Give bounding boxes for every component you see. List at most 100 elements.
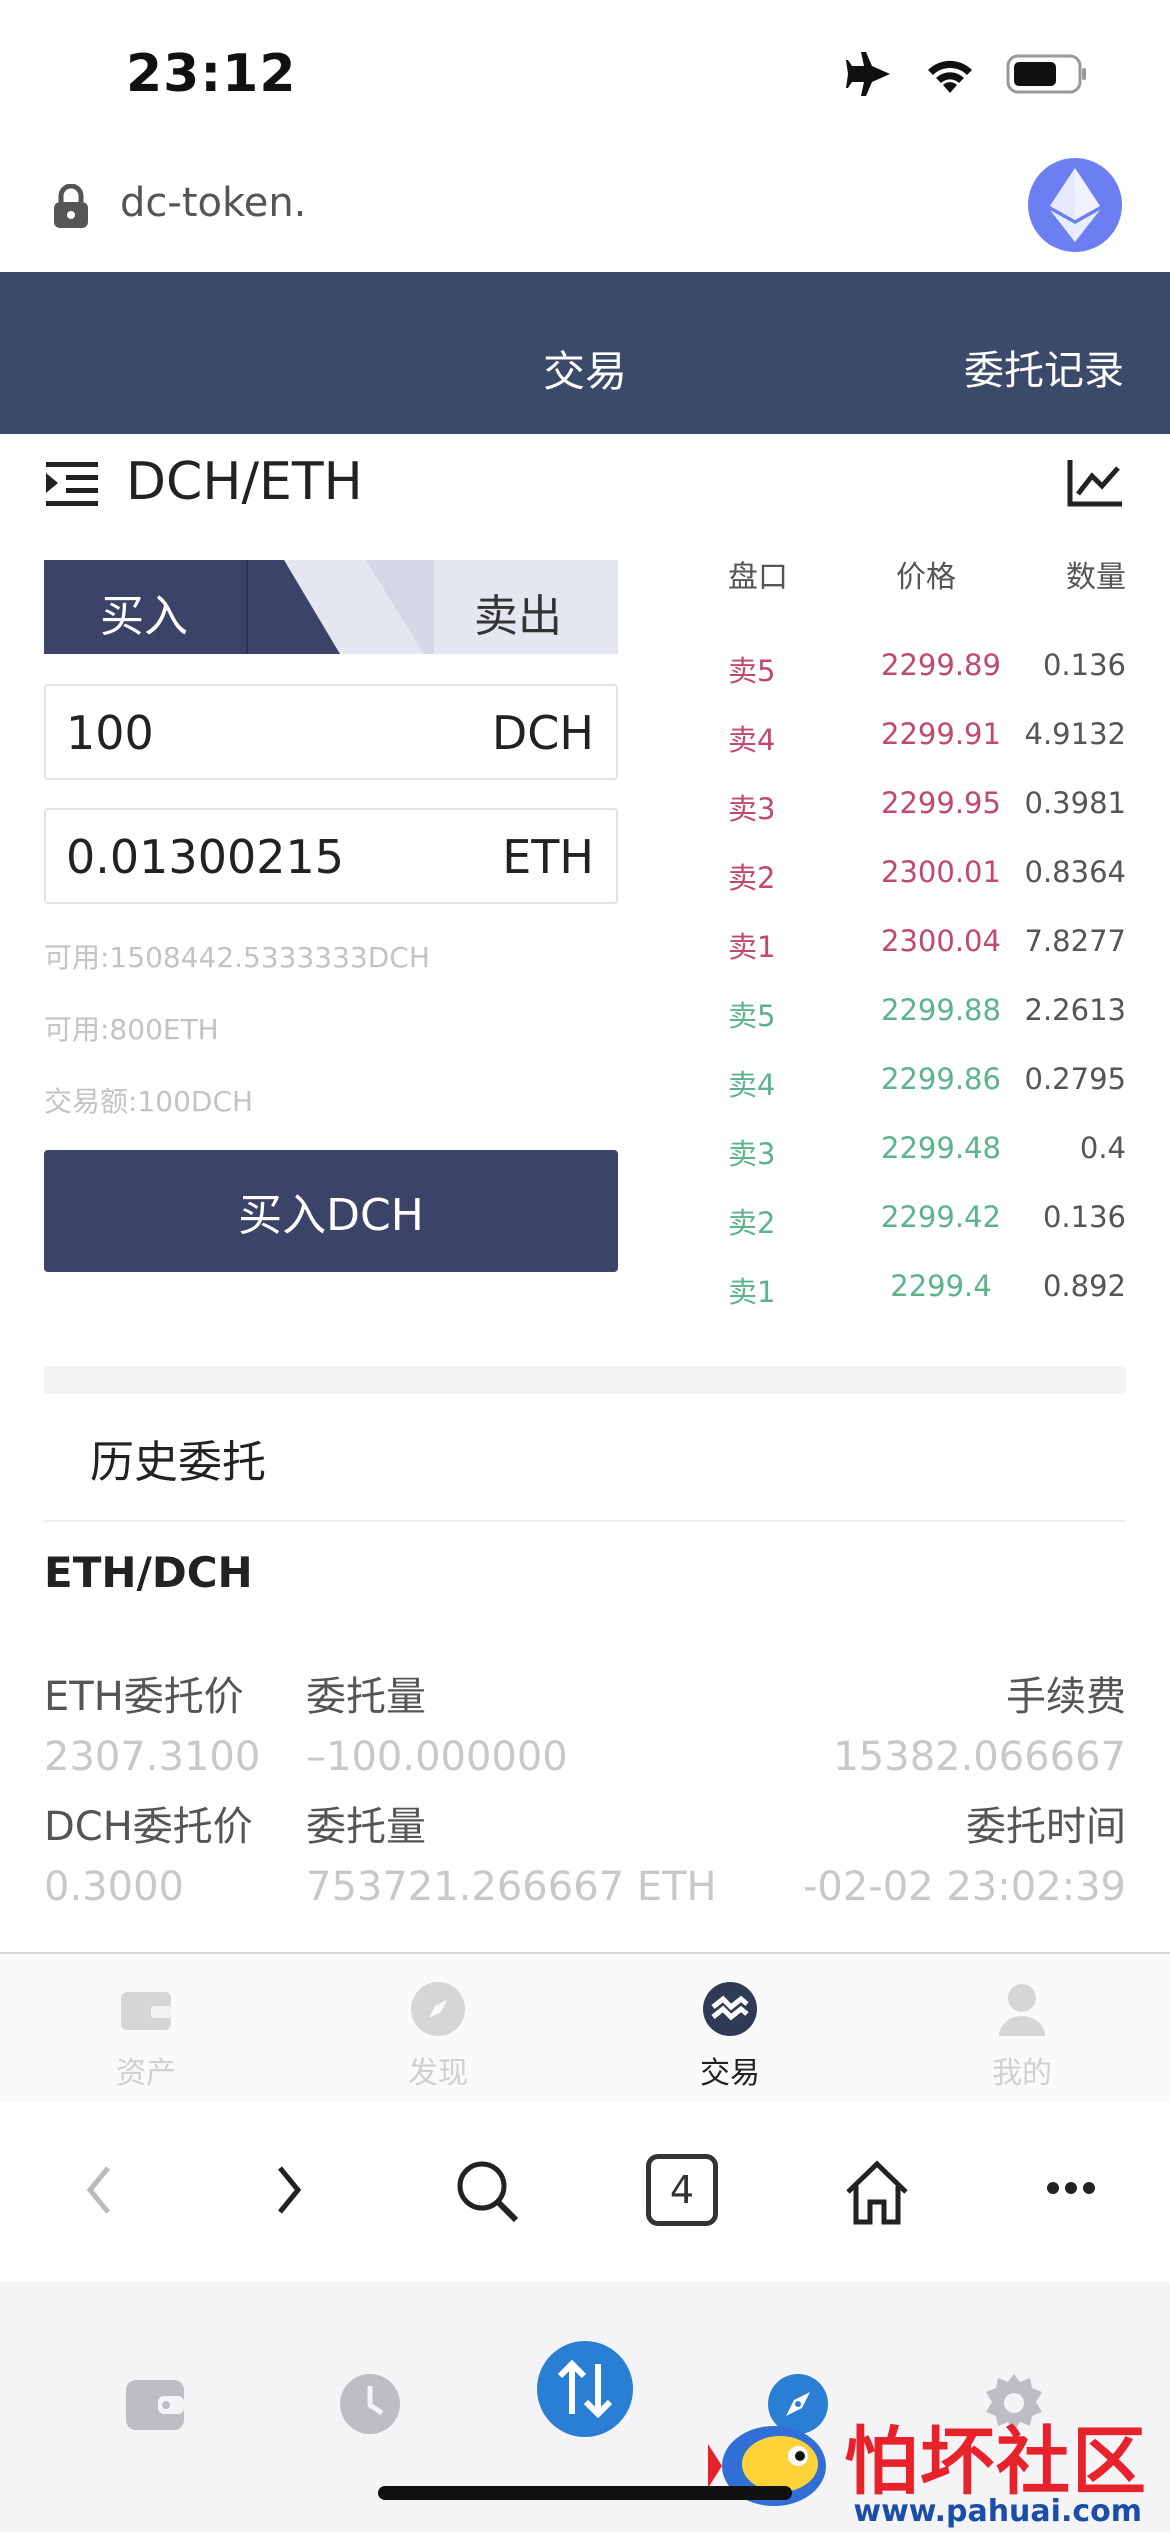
trade-icon [703, 1982, 757, 2036]
row-label: 卖3 [728, 1137, 776, 1171]
amount-label-2: 委托量 [306, 1804, 426, 1850]
amount-value: –100.000000 [306, 1734, 568, 1780]
battery-icon [1006, 54, 1086, 94]
row-price: 2299.91 [881, 717, 1001, 751]
row-quantity: 0.3981 [1024, 786, 1126, 820]
lock-icon [54, 184, 88, 228]
home-icon[interactable] [842, 2158, 912, 2228]
ask-row[interactable]: 卖1 2300.04 7.8277 [716, 914, 1126, 983]
buy-sell-toggle: 买入 卖出 [44, 560, 618, 654]
transfer-icon[interactable] [536, 2340, 634, 2438]
buy-dch-button[interactable]: 买入DCH [44, 1150, 618, 1272]
tab-order-records[interactable]: 委托记录 [964, 338, 1124, 396]
history-orders-title[interactable]: 历史委托 [90, 1426, 266, 1490]
status-bar: 23:12 [0, 0, 1170, 150]
pair-row: DCH/ETH [0, 434, 1170, 534]
buy-tab[interactable] [44, 560, 340, 654]
header-depth: 盘口 [728, 560, 788, 595]
compass-icon [411, 1982, 465, 2036]
price-unit: ETH [502, 830, 594, 884]
line-chart-icon[interactable] [1066, 458, 1124, 508]
order-pair: ETH/DCH [44, 1548, 253, 1597]
bid-row[interactable]: 卖2 2299.42 0.136 [716, 1190, 1126, 1259]
forward-icon[interactable] [272, 2158, 308, 2222]
row-quantity: 0.136 [1042, 648, 1126, 682]
wallet-icon[interactable] [124, 2378, 186, 2432]
amount-label: 委托量 [306, 1674, 426, 1720]
price-field[interactable]: 0.01300215 ETH [44, 808, 618, 904]
row-label: 卖4 [728, 1068, 776, 1102]
ethereum-logo-icon[interactable] [1028, 158, 1122, 252]
row-price: 2299.88 [881, 993, 1001, 1027]
app-header: 交易 委托记录 [0, 272, 1170, 434]
section-divider [44, 1366, 1126, 1394]
bid-row[interactable]: 卖1 2299.4 0.892 [716, 1259, 1126, 1328]
nav-me[interactable]: 我的 [922, 1980, 1122, 2092]
nav-assets[interactable]: 资产 [46, 1980, 246, 2092]
header-price: 价格 [896, 560, 956, 595]
watermark-url: www.pahuai.com [853, 2494, 1142, 2529]
row-price: 2299.86 [881, 1062, 1001, 1096]
watermark: 怕坏社区 www.pahuai.com [708, 2402, 1148, 2532]
nav-assets-label: 资产 [116, 2056, 176, 2091]
bid-row[interactable]: 卖4 2299.86 0.2795 [716, 1052, 1126, 1121]
ask-row[interactable]: 卖3 2299.95 0.3981 [716, 776, 1126, 845]
bid-row[interactable]: 卖3 2299.48 0.4 [716, 1121, 1126, 1190]
dch-price-label: DCH委托价 [44, 1804, 253, 1850]
tabs-count-button[interactable]: 4 [646, 2154, 718, 2226]
nav-me-label: 我的 [992, 2056, 1052, 2091]
nav-discover-label: 发现 [408, 2056, 468, 2091]
amount-value[interactable]: 100 [66, 706, 154, 760]
sell-tab[interactable]: 卖出 [474, 580, 562, 644]
eth-price-label: ETH委托价 [44, 1674, 244, 1720]
fish-logo-icon [708, 2426, 826, 2506]
row-price: 2299.48 [881, 1131, 1001, 1165]
ask-row[interactable]: 卖5 2299.89 0.136 [716, 638, 1126, 707]
home-indicator[interactable] [378, 2486, 792, 2500]
dch-price-value: 0.3000 [44, 1864, 184, 1910]
menu-indent-icon[interactable] [44, 456, 100, 512]
amount-value-2: 753721.266667 ETH [306, 1864, 717, 1910]
order-time-label: 委托时间 [966, 1804, 1126, 1850]
clock-icon[interactable] [338, 2372, 402, 2436]
ask-row[interactable]: 卖4 2299.91 4.9132 [716, 707, 1126, 776]
eth-price-value: 2307.3100 [44, 1734, 261, 1780]
divider-line [44, 1520, 1126, 1522]
row-price: 2299.4 [890, 1269, 992, 1303]
amount-field[interactable]: 100 DCH [44, 684, 618, 780]
header-quantity: 数量 [1066, 560, 1126, 595]
buy-tab-label[interactable]: 买入 [100, 580, 188, 644]
nav-discover[interactable]: 发现 [338, 1980, 538, 2092]
ask-row[interactable]: 卖2 2300.01 0.8364 [716, 845, 1126, 914]
url-text[interactable]: dc-token. [120, 180, 306, 226]
row-label: 卖5 [728, 999, 776, 1033]
row-label: 卖2 [728, 861, 776, 895]
user-icon [999, 1984, 1045, 2036]
price-value[interactable]: 0.01300215 [66, 830, 344, 884]
row-quantity: 0.892 [1042, 1269, 1126, 1303]
row-label: 卖1 [728, 930, 776, 964]
nav-trade-label: 交易 [700, 2056, 760, 2091]
wallet-icon [121, 1992, 171, 2030]
row-label: 卖2 [728, 1206, 776, 1240]
order-time-value: -02-02 23:02:39 [802, 1864, 1126, 1910]
search-icon[interactable] [454, 2158, 520, 2224]
nav-trade[interactable]: 交易 [630, 1980, 830, 2092]
row-price: 2299.95 [881, 786, 1001, 820]
row-quantity: 0.4 [1079, 1131, 1126, 1165]
browser-toolbar: 4 [0, 2102, 1170, 2282]
watermark-text: 怕坏社区 [844, 2419, 1148, 2505]
row-price: 2299.42 [881, 1200, 1001, 1234]
browser-url-bar[interactable]: dc-token. [0, 150, 1170, 270]
bid-row[interactable]: 卖5 2299.88 2.2613 [716, 983, 1126, 1052]
more-icon[interactable] [1046, 2180, 1096, 2196]
row-label: 卖1 [728, 1275, 776, 1309]
airplane-icon [846, 52, 890, 96]
back-icon[interactable] [80, 2158, 116, 2222]
row-price: 2300.04 [881, 924, 1001, 958]
fee-label: 手续费 [1006, 1674, 1126, 1720]
row-quantity: 0.136 [1042, 1200, 1126, 1234]
available-dch: 可用:1508442.5333333DCH [44, 941, 430, 974]
row-quantity: 2.2613 [1024, 993, 1126, 1027]
row-price: 2300.01 [881, 855, 1001, 889]
